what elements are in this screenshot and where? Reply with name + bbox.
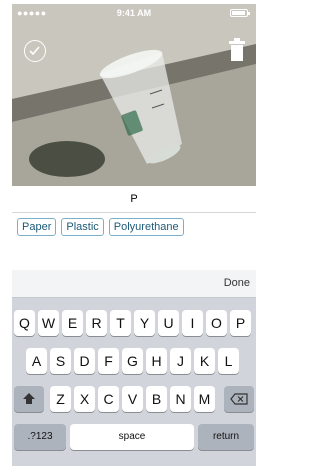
key-o[interactable]: O (206, 310, 227, 336)
key-t[interactable]: T (110, 310, 131, 336)
return-key[interactable]: return (198, 424, 254, 450)
battery-icon (230, 9, 250, 17)
photo-preview: ●●●●● 9:41 AM (12, 4, 256, 186)
key-n[interactable]: N (170, 386, 191, 412)
confirm-button[interactable] (24, 40, 46, 62)
key-s[interactable]: S (50, 348, 71, 374)
key-x[interactable]: X (74, 386, 95, 412)
key-m[interactable]: M (194, 386, 215, 412)
key-v[interactable]: V (122, 386, 143, 412)
status-time: 9:41 AM (116, 8, 152, 18)
key-a[interactable]: A (26, 348, 47, 374)
key-h[interactable]: H (146, 348, 167, 374)
done-button[interactable]: Done (224, 277, 250, 289)
suggestion-chip-polyurethane[interactable]: Polyurethane (108, 218, 184, 236)
key-y[interactable]: Y (134, 310, 155, 336)
tag-input-row (12, 186, 256, 213)
trash-icon (229, 38, 245, 61)
key-c[interactable]: C (98, 386, 119, 412)
key-f[interactable]: F (98, 348, 119, 374)
keyboard: Done Q W E R T Y U I O P A S D F G H J K… (12, 270, 256, 466)
shift-key[interactable] (14, 386, 44, 412)
suggestion-chips: Paper Plastic Polyurethane (17, 218, 184, 238)
key-d[interactable]: D (74, 348, 95, 374)
key-z[interactable]: Z (50, 386, 71, 412)
shift-icon (23, 393, 35, 404)
key-b[interactable]: B (146, 386, 167, 412)
delete-icon (230, 393, 248, 405)
key-r[interactable]: R (86, 310, 107, 336)
key-u[interactable]: U (158, 310, 179, 336)
key-l[interactable]: L (218, 348, 239, 374)
key-i[interactable]: I (182, 310, 203, 336)
key-e[interactable]: E (62, 310, 83, 336)
tag-input[interactable] (12, 186, 256, 212)
keyboard-accessory-bar: Done (12, 270, 256, 298)
delete-key[interactable] (224, 386, 254, 412)
key-j[interactable]: J (170, 348, 191, 374)
status-bar: ●●●●● 9:41 AM (12, 4, 256, 20)
suggestion-chip-plastic[interactable]: Plastic (61, 218, 104, 236)
phone-screen: ●●●●● 9:41 AM Paper Plastic Polyurethane… (12, 4, 256, 466)
key-g[interactable]: G (122, 348, 143, 374)
key-q[interactable]: Q (14, 310, 35, 336)
suggestion-chip-paper[interactable]: Paper (17, 218, 57, 236)
key-k[interactable]: K (194, 348, 215, 374)
numbers-key[interactable]: .?123 (14, 424, 66, 450)
space-key[interactable]: space (70, 424, 194, 450)
delete-photo-button[interactable] (228, 36, 246, 62)
key-p[interactable]: P (230, 310, 251, 336)
check-circle-icon (29, 46, 40, 56)
photo-image (12, 4, 256, 186)
key-w[interactable]: W (38, 310, 59, 336)
